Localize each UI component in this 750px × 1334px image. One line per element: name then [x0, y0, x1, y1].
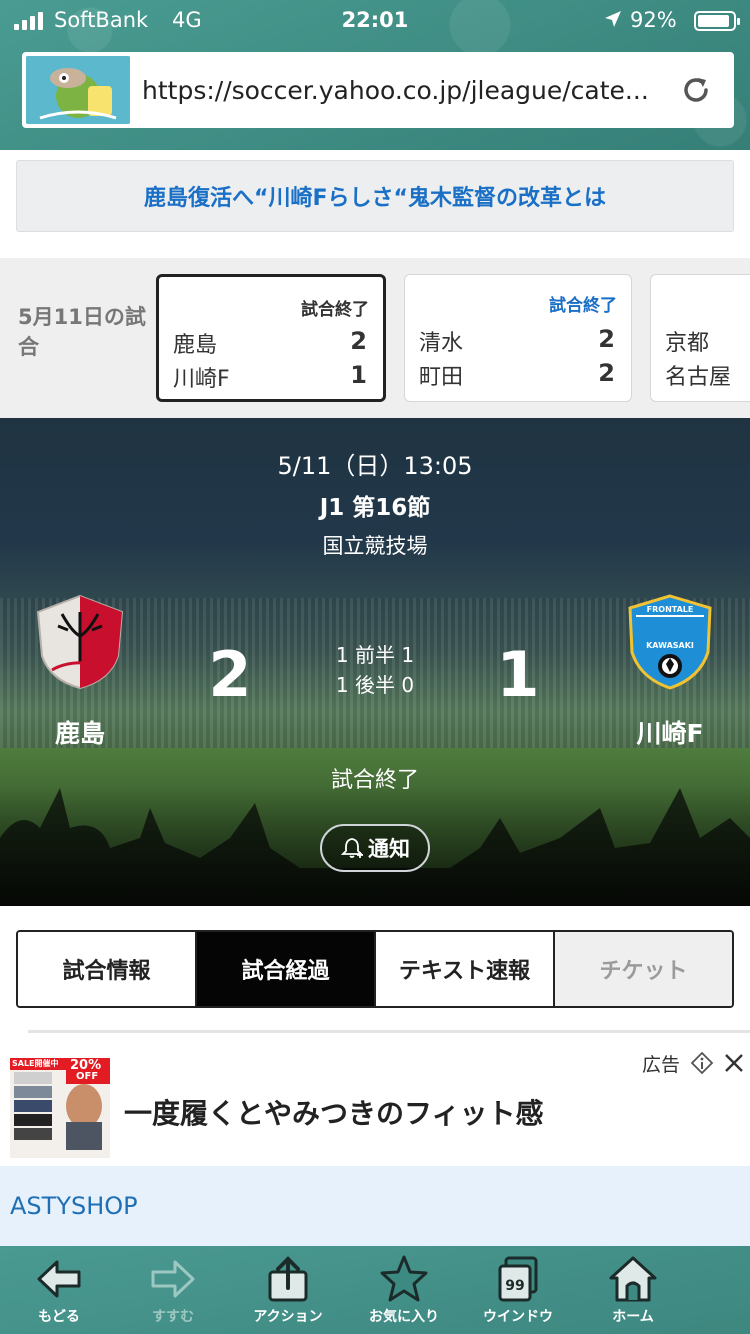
match-round: J1 第16節	[319, 495, 431, 521]
bell-plus-icon	[340, 838, 364, 858]
match-card-home-score: 2	[598, 325, 615, 353]
arrow-left-icon	[37, 1260, 81, 1298]
match-card-home-team: 京都	[665, 331, 710, 356]
kashima-crest-icon[interactable]	[32, 592, 128, 692]
battery-icon	[694, 11, 740, 31]
ad-sale-badge: SALE開催中	[12, 1059, 59, 1068]
kawasaki-crest-icon[interactable]: FRONTALE KAWASAKI	[622, 592, 718, 692]
ad-label: 広告	[642, 1054, 681, 1076]
ad-footer[interactable]: ASTYSHOP	[0, 1166, 750, 1246]
tab-tickets[interactable]: チケット	[555, 932, 732, 1006]
ad-discount-suffix: OFF	[76, 1071, 99, 1082]
site-mascot-thumbnail	[26, 56, 130, 124]
home-icon	[609, 1256, 657, 1302]
match-card-away-team: 町田	[419, 365, 464, 390]
away-team-name[interactable]: 川崎F	[600, 714, 740, 750]
home-team-name[interactable]: 鹿島	[10, 714, 150, 750]
match-tabs: 試合情報 試合経過 テキスト速報 チケット	[16, 930, 734, 1008]
match-card-kyoto-nagoya[interactable]: 京都 名古屋	[650, 274, 750, 402]
second-half-score: 1 後半 0	[335, 673, 415, 697]
todays-matches-strip: 5月11日の試合 試合終了 鹿島 2 川崎F 1 試合終了 清水 2 町田 2 …	[0, 258, 750, 418]
match-card-home-team: 鹿島	[173, 333, 218, 358]
notify-label: 通知	[368, 837, 410, 861]
match-card-home-team: 清水	[419, 331, 464, 356]
forward-label: すすむ	[152, 1309, 194, 1325]
match-status: 試合終了	[330, 768, 419, 793]
tab-match-info[interactable]: 試合情報	[18, 932, 197, 1006]
window-button[interactable]: 99 ウインドウ	[460, 1246, 576, 1334]
home-button[interactable]: ホーム	[576, 1246, 690, 1334]
first-half-score: 1 前半 1	[335, 643, 415, 667]
tab-match-progress[interactable]: 試合経過	[197, 932, 376, 1006]
battery-percent: 92%	[630, 8, 677, 32]
notify-button[interactable]: 通知	[320, 824, 430, 872]
share-icon	[268, 1256, 308, 1302]
address-bar[interactable]: https://soccer.yahoo.co.jp/jleague/cate.…	[22, 52, 734, 128]
match-card-status: 試合終了	[549, 296, 617, 316]
crest-text-top: FRONTALE	[647, 605, 694, 614]
action-label: アクション	[253, 1309, 323, 1325]
home-label: ホーム	[612, 1309, 654, 1325]
crest-text-bottom: KAWASAKI	[646, 641, 694, 650]
matches-date-label: 5月11日の試合	[18, 305, 146, 359]
browser-chrome: SoftBank 4G 22:01 92% https://soccer.yah…	[0, 0, 750, 150]
back-button[interactable]: もどる	[0, 1246, 118, 1334]
match-card-away-team: 川崎F	[173, 367, 230, 392]
windows-icon: 99	[498, 1256, 538, 1302]
home-score: 2	[208, 638, 252, 711]
favorites-label: お気に入り	[369, 1309, 439, 1325]
match-card-away-score: 2	[598, 359, 615, 387]
ad-brand[interactable]: ASTYSHOP	[10, 1192, 138, 1220]
tab-text-live[interactable]: テキスト速報	[376, 932, 555, 1006]
star-icon	[380, 1255, 428, 1302]
battery-level	[698, 15, 729, 27]
status-bar: SoftBank 4G 22:01 92%	[0, 0, 750, 42]
window-count: 99	[505, 1278, 524, 1294]
ad-product-image[interactable]: SALE開催中 20% OFF	[10, 1058, 110, 1158]
match-card-home-score: 2	[350, 327, 367, 355]
back-label: もどる	[38, 1309, 80, 1325]
window-label: ウインドウ	[483, 1309, 553, 1325]
match-card-away-team: 名古屋	[665, 365, 732, 390]
action-button[interactable]: アクション	[228, 1246, 348, 1334]
match-venue: 国立競技場	[322, 534, 428, 558]
match-card-away-score: 1	[350, 361, 367, 389]
favorites-button[interactable]: お気に入り	[348, 1246, 460, 1334]
match-card-shimizu-machida[interactable]: 試合終了 清水 2 町田 2	[404, 274, 632, 402]
advertisement[interactable]: SALE開催中 20% OFF 一度履くとやみつきのフィット感 広告 ASTYS…	[0, 1048, 750, 1246]
info-icon[interactable]	[690, 1051, 714, 1075]
ad-headline[interactable]: 一度履くとやみつきのフィット感	[124, 1092, 543, 1132]
url-field[interactable]: https://soccer.yahoo.co.jp/jleague/cate.…	[142, 76, 662, 105]
headline-banner[interactable]: 鹿島復活へ“川崎Fらしさ“鬼木監督の改革とは	[16, 160, 734, 232]
forward-button[interactable]: すすむ	[118, 1246, 228, 1334]
reload-icon[interactable]	[678, 72, 714, 108]
close-icon[interactable]	[722, 1051, 746, 1075]
location-arrow-icon	[605, 11, 621, 27]
match-card-status: 試合終了	[301, 300, 369, 320]
away-score: 1	[496, 638, 540, 711]
match-date: 5/11（日）13:05	[277, 452, 473, 480]
match-card-kashima-kawasaki[interactable]: 試合終了 鹿島 2 川崎F 1	[156, 274, 386, 402]
headline-link[interactable]: 鹿島復活へ“川崎Fらしさ“鬼木監督の改革とは	[144, 180, 606, 212]
browser-toolbar: もどる すすむ アクション お気に入り 99 ウインドウ ホーム	[0, 1246, 750, 1334]
arrow-right-icon	[151, 1260, 195, 1298]
match-scoreboard: 5/11（日）13:05 J1 第16節 国立競技場 鹿島 2 1 前半 1 1…	[0, 418, 750, 906]
divider	[28, 1030, 750, 1033]
